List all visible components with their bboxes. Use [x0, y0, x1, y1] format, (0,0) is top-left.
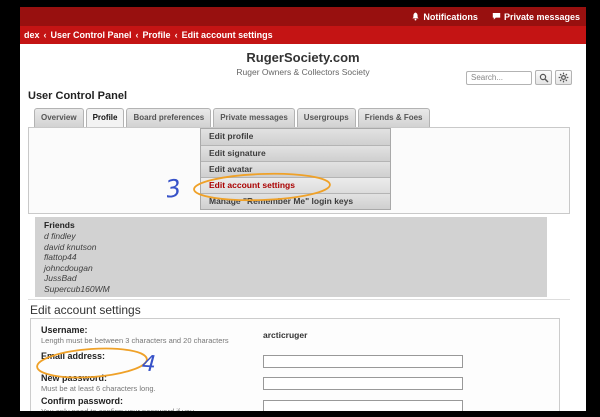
- page-title: User Control Panel: [28, 90, 127, 102]
- tab-friends-foes[interactable]: Friends & Foes: [358, 108, 430, 127]
- friends-title: Friends: [44, 220, 538, 231]
- breadcrumb-separator: ‹: [44, 30, 47, 40]
- notifications-label: Notifications: [423, 12, 478, 22]
- top-notification-bar: Notifications Private messages: [20, 7, 586, 26]
- menu-item-edit-account-settings[interactable]: Edit account settings: [201, 177, 390, 193]
- friend-link[interactable]: david knutson: [44, 242, 538, 253]
- tab-usergroups[interactable]: Usergroups: [297, 108, 356, 127]
- email-input[interactable]: [263, 355, 463, 368]
- tab-overview[interactable]: Overview: [34, 108, 84, 127]
- search-input[interactable]: [466, 71, 532, 85]
- email-label: Email address:: [41, 351, 263, 361]
- account-settings-form: Username: Length must be between 3 chara…: [30, 318, 560, 411]
- username-value: arcticruger: [263, 330, 307, 340]
- breadcrumb-item-profile[interactable]: Profile: [143, 30, 171, 40]
- breadcrumb-item-user-control-panel[interactable]: User Control Panel: [51, 30, 132, 40]
- site-title[interactable]: RugerSociety.com: [20, 50, 586, 65]
- email-row: Email address:: [41, 351, 549, 369]
- breadcrumb-item-board-index[interactable]: dex: [24, 30, 40, 40]
- private-messages-link[interactable]: Private messages: [492, 12, 580, 22]
- friends-panel: Friends d findley david knutson flattop4…: [35, 217, 547, 297]
- menu-item-edit-profile[interactable]: Edit profile: [201, 129, 390, 145]
- breadcrumb-separator: ‹: [136, 30, 139, 40]
- confirm-password-input[interactable]: [263, 400, 463, 411]
- profile-submenu: Edit profile Edit signature Edit avatar …: [200, 128, 391, 210]
- menu-item-edit-avatar[interactable]: Edit avatar: [201, 161, 390, 177]
- tab-profile[interactable]: Profile: [86, 108, 125, 127]
- bell-icon: [411, 12, 420, 21]
- username-hint: Length must be between 3 characters and …: [41, 336, 246, 345]
- notifications-link[interactable]: Notifications: [411, 12, 478, 22]
- friend-link[interactable]: JussBad: [44, 273, 538, 284]
- search-area: [466, 70, 572, 85]
- friend-link[interactable]: flattop44: [44, 252, 538, 263]
- speech-bubble-icon: [492, 12, 501, 21]
- breadcrumb: dex ‹ User Control Panel ‹ Profile ‹ Edi…: [20, 26, 586, 44]
- breadcrumb-separator: ‹: [175, 30, 178, 40]
- friend-link[interactable]: d findley: [44, 231, 538, 242]
- username-label: Username:: [41, 325, 263, 335]
- menu-item-manage-login-keys[interactable]: Manage "Remember Me" login keys: [201, 193, 390, 209]
- section-title: Edit account settings: [30, 303, 141, 317]
- new-password-row: New password: Must be at least 6 charact…: [41, 373, 549, 393]
- friend-link[interactable]: johncdougan: [44, 263, 538, 274]
- ucp-tabs: Overview Profile Board preferences Priva…: [34, 108, 430, 127]
- search-options-button[interactable]: [555, 70, 572, 85]
- new-password-label: New password:: [41, 373, 263, 383]
- search-icon: [539, 73, 549, 83]
- private-messages-label: Private messages: [504, 12, 580, 22]
- confirm-password-hint: You only need to confirm your password i…: [41, 407, 246, 411]
- menu-item-edit-signature[interactable]: Edit signature: [201, 145, 390, 161]
- search-button[interactable]: [535, 70, 552, 85]
- friend-link[interactable]: Supercub160WM: [44, 284, 538, 295]
- section-divider: [28, 299, 570, 300]
- confirm-password-row: Confirm password: You only need to confi…: [41, 396, 549, 411]
- tab-board-preferences[interactable]: Board preferences: [126, 108, 211, 127]
- new-password-hint: Must be at least 6 characters long.: [41, 384, 246, 393]
- new-password-input[interactable]: [263, 377, 463, 390]
- browser-viewport: Notifications Private messages dex ‹ Use…: [20, 7, 586, 411]
- gear-icon: [558, 72, 569, 83]
- breadcrumb-item-edit-account-settings[interactable]: Edit account settings: [182, 30, 273, 40]
- confirm-password-label: Confirm password:: [41, 396, 263, 406]
- tab-private-messages[interactable]: Private messages: [213, 108, 295, 127]
- username-row: Username: Length must be between 3 chara…: [41, 325, 549, 345]
